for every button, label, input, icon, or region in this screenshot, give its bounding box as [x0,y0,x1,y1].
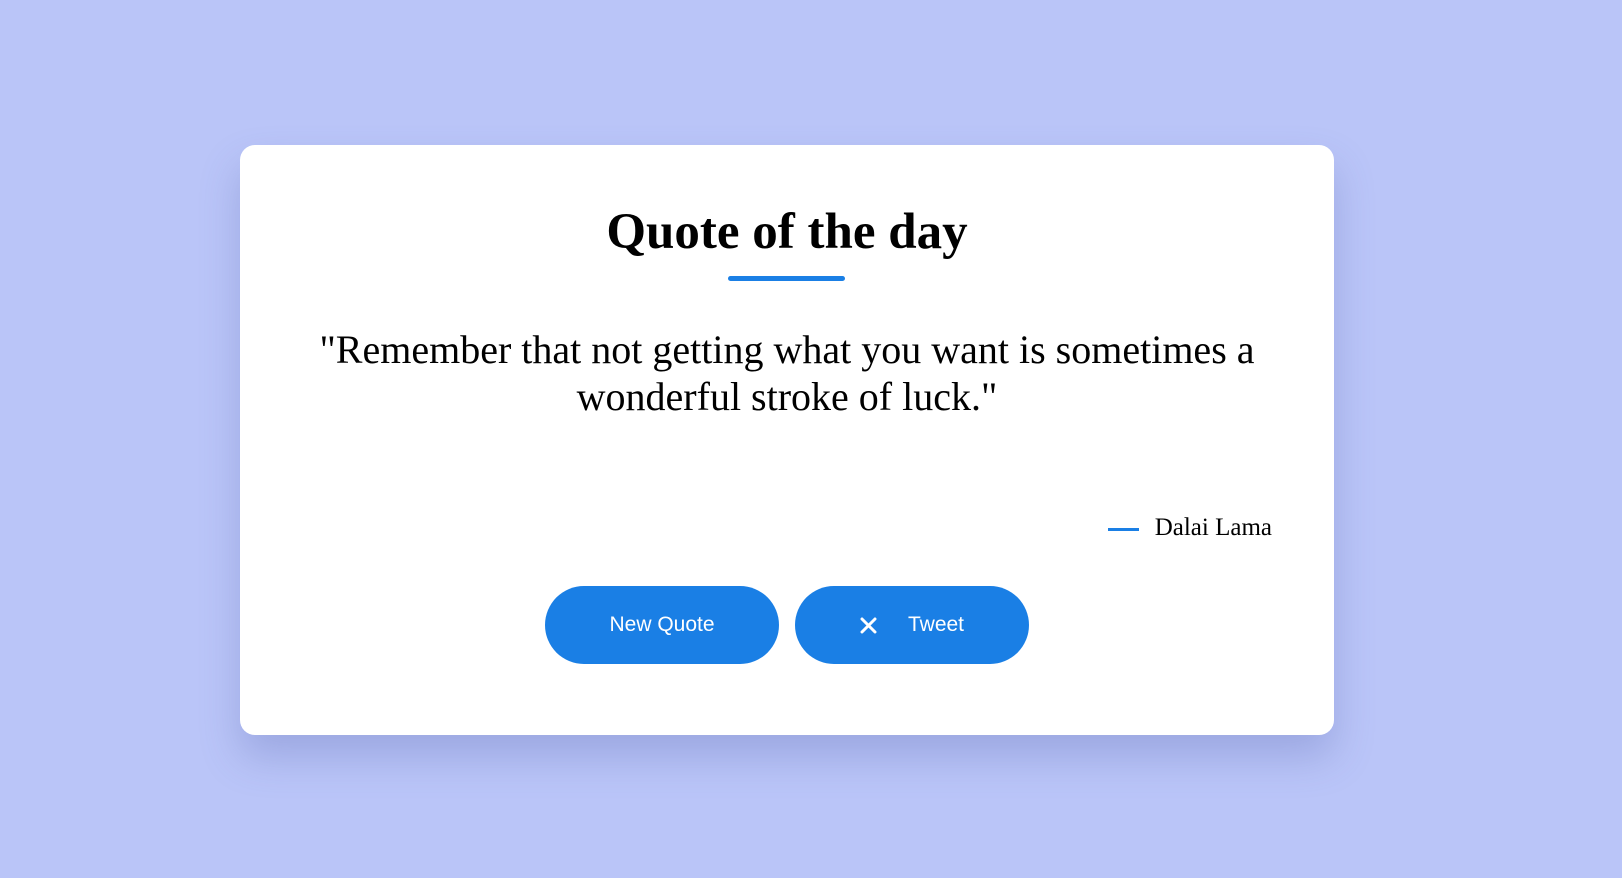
tweet-button[interactable]: Tweet [795,586,1029,664]
x-logo-icon [860,616,878,634]
action-buttons: New Quote Tweet [545,586,1029,664]
quote-text: "Remember that not getting what you want… [319,327,1255,419]
author-name: Dalai Lama [1154,514,1272,541]
new-quote-label: New Quote [609,613,715,636]
quote-author: Dalai Lama [1107,513,1272,543]
new-quote-button[interactable]: New Quote [545,586,779,664]
title-underline [728,276,845,281]
author-dash [1107,528,1139,531]
quote-card: Quote of the day "Remember that not gett… [240,145,1334,735]
tweet-label: Tweet [907,613,965,636]
page-title: Quote of the day [606,204,968,260]
